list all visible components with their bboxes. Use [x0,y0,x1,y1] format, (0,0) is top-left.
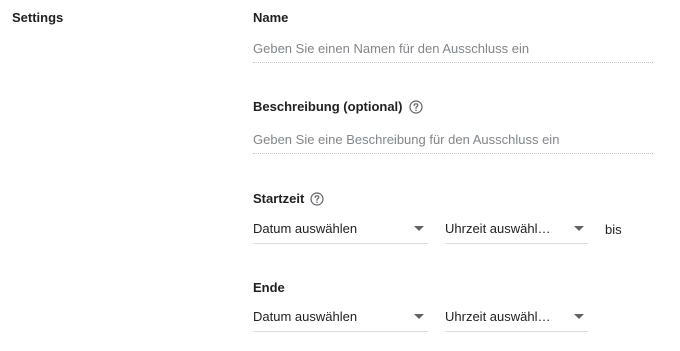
end-date-dropdown[interactable]: Datum auswählen [253,304,428,332]
description-field-label: Beschreibung (optional) [253,99,423,114]
end-label-text: Ende [253,280,285,295]
start-time-label-text: Startzeit [253,191,305,206]
settings-section-label: Settings [12,10,64,25]
help-circle-icon[interactable] [408,99,423,114]
end-time-dropdown[interactable]: Uhrzeit auswähl… [445,304,588,332]
description-input[interactable] [253,125,653,154]
caret-down-icon [574,314,584,319]
name-label-text: Name [253,10,289,25]
end-date-value: Datum auswählen [253,309,358,324]
caret-down-icon [414,226,424,231]
caret-down-icon [414,314,424,319]
start-time-value: Uhrzeit auswähl… [445,221,551,236]
start-date-value: Datum auswählen [253,221,358,236]
help-circle-icon[interactable] [310,191,324,206]
start-time-field-label: Startzeit [253,191,324,206]
range-separator-label: bis [605,222,622,237]
start-time-dropdown[interactable]: Uhrzeit auswähl… [445,216,588,244]
name-field-label: Name [253,10,288,25]
name-input[interactable] [253,34,653,63]
end-time-value: Uhrzeit auswähl… [445,309,551,324]
end-field-label: Ende [253,280,285,295]
start-date-dropdown[interactable]: Datum auswählen [253,216,428,244]
description-label-text: Beschreibung (optional) [253,99,403,114]
caret-down-icon [574,226,584,231]
